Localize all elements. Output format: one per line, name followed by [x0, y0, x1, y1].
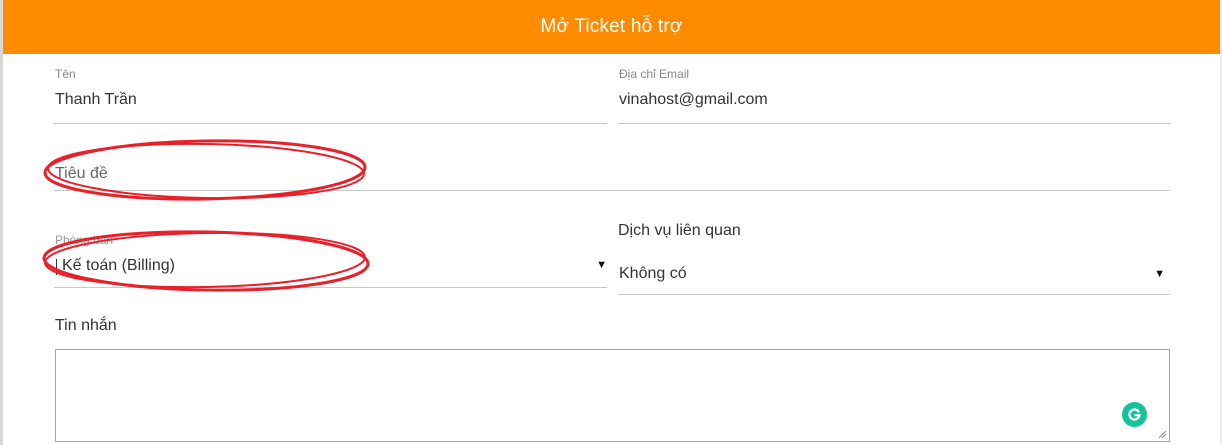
related-service-selected[interactable]: Không có: [619, 265, 687, 283]
message-textarea[interactable]: [55, 349, 1170, 442]
grammarly-icon[interactable]: [1122, 402, 1147, 427]
subject-input[interactable]: Tiêu đề: [54, 150, 1170, 191]
page-title: Mở Ticket hỗ trợ: [540, 16, 683, 37]
subject-underline: [54, 190, 1170, 191]
caret-down-icon[interactable]: ▼: [1154, 268, 1165, 280]
name-field[interactable]: Tên Thanh Trần: [54, 66, 607, 124]
caret-down-icon[interactable]: ▼: [596, 259, 607, 271]
name-label: Tên: [55, 67, 76, 81]
message-label: Tin nhắn: [55, 317, 117, 334]
name-underline: [54, 123, 607, 124]
department-select[interactable]: Phòng ban Kế toán (Billing) ▼: [54, 228, 607, 288]
email-field[interactable]: Địa chỉ Email vinahost@gmail.com: [618, 66, 1170, 124]
name-value[interactable]: Thanh Trần: [55, 91, 137, 109]
form-header: Mở Ticket hỗ trợ: [3, 0, 1220, 54]
email-underline: [618, 123, 1170, 124]
related-service-select[interactable]: Không có ▼: [618, 258, 1170, 295]
email-value[interactable]: vinahost@gmail.com: [619, 91, 768, 109]
text-cursor: [56, 259, 57, 275]
related-service-label: Dịch vụ liên quan: [618, 222, 741, 239]
department-selected[interactable]: Kế toán (Billing): [62, 257, 175, 275]
related-service-underline: [618, 294, 1170, 295]
department-label: Phòng ban: [55, 233, 114, 247]
subject-placeholder: Tiêu đề: [55, 165, 108, 182]
department-underline: [54, 287, 607, 288]
resize-grip-icon[interactable]: [1158, 430, 1167, 439]
email-label: Địa chỉ Email: [619, 67, 690, 81]
left-gutter: [0, 0, 3, 445]
